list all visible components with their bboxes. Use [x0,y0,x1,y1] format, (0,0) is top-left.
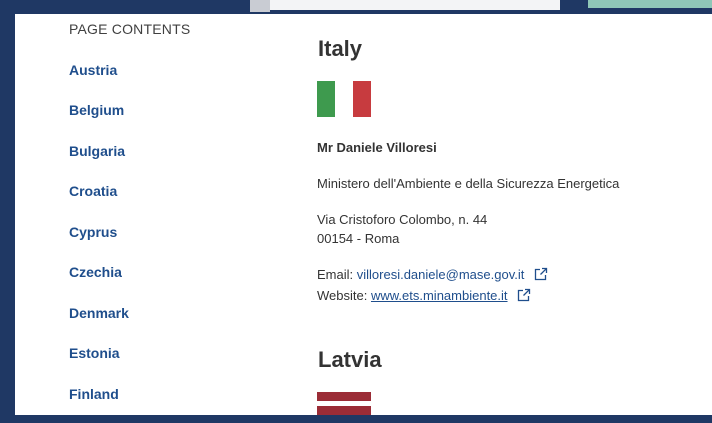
contact-address: Via Cristoforo Colombo, n. 44 00154 - Ro… [317,210,487,248]
country-heading-italy: Italy [318,36,363,61]
toc-link-belgium[interactable]: Belgium [69,102,124,118]
toc-item-austria: Austria [69,62,117,80]
toc-link-czechia[interactable]: Czechia [69,264,122,280]
email-label: Email: [317,267,354,282]
country-heading-latvia: Latvia [318,347,382,372]
contact-organization: Ministero dell'Ambiente e della Sicurezz… [317,176,620,191]
toc-item-estonia: Estonia [69,345,120,363]
website-row: Website: www.ets.minambiente.it [317,286,548,307]
toc-link-denmark[interactable]: Denmark [69,305,129,321]
address-line-2: 00154 - Roma [317,231,400,246]
toc-item-finland: Finland [69,386,119,404]
background-window-strip [270,0,560,10]
email-link[interactable]: villoresi.daniele@mase.gov.it [357,267,525,282]
toc-item-denmark: Denmark [69,305,129,323]
toc-item-bulgaria: Bulgaria [69,143,125,161]
window-frame-bottom [0,415,712,423]
background-window-edge [250,0,270,12]
latvia-flag-red-band-bottom [317,406,371,415]
toc-link-croatia[interactable]: Croatia [69,183,117,199]
toc-item-croatia: Croatia [69,183,117,201]
website-link[interactable]: www.ets.minambiente.it [371,288,508,303]
toc-item-cyprus: Cyprus [69,224,117,242]
italy-flag-white-band [335,81,353,117]
email-row: Email: villoresi.daniele@mase.gov.it [317,265,548,286]
page-contents-title: PAGE CONTENTS [69,21,191,37]
page-window: PAGE CONTENTS Austria Belgium Bulgaria C… [15,14,712,415]
latvia-flag-red-band-top [317,392,371,401]
italy-flag-green-band [317,81,335,117]
external-link-icon[interactable] [534,267,548,286]
toc-link-finland[interactable]: Finland [69,386,119,402]
toc-link-estonia[interactable]: Estonia [69,345,120,361]
toc-link-bulgaria[interactable]: Bulgaria [69,143,125,159]
window-frame-left [0,0,15,423]
toc-item-belgium: Belgium [69,102,124,120]
italy-flag-icon [317,81,371,117]
address-line-1: Via Cristoforo Colombo, n. 44 [317,212,488,227]
italy-flag-red-band [353,81,371,117]
contact-name: Mr Daniele Villoresi [317,140,437,155]
website-label: Website: [317,288,368,303]
toc-link-austria[interactable]: Austria [69,62,117,78]
toc-item-czechia: Czechia [69,264,122,282]
external-link-icon[interactable] [517,288,531,307]
background-teal-strip [588,0,712,8]
latvia-flag-icon [317,392,371,415]
toc-link-cyprus[interactable]: Cyprus [69,224,117,240]
contact-links: Email: villoresi.daniele@mase.gov.it Web… [317,265,548,307]
